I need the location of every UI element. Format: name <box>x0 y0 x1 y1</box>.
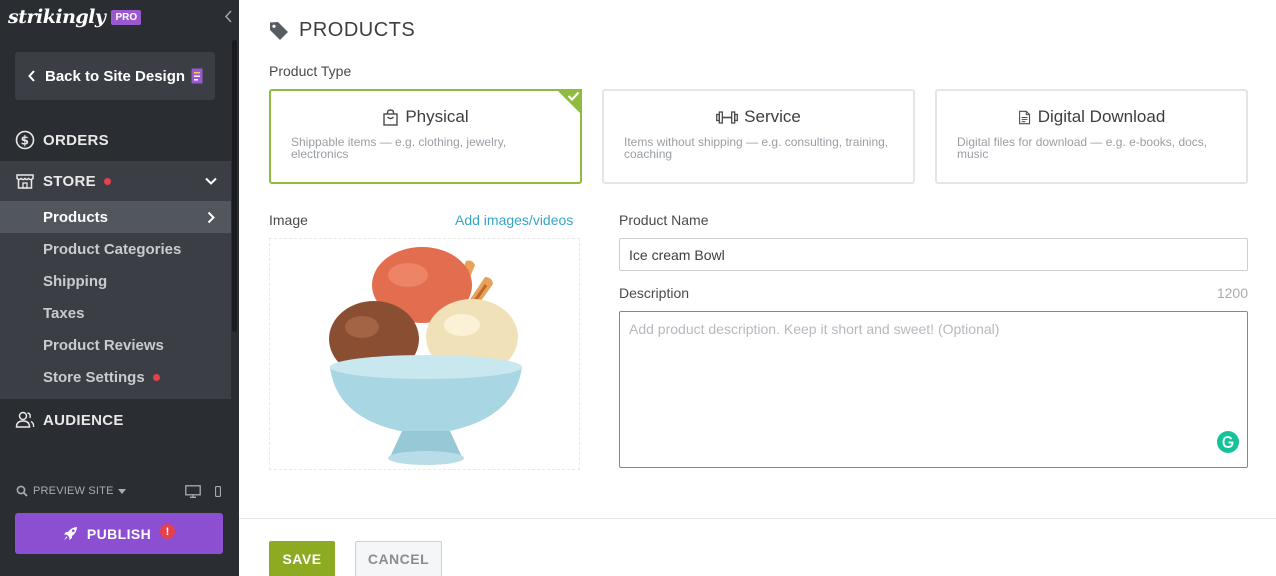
chevron-down-icon <box>205 177 217 185</box>
strikingly-logo[interactable]: strikingly <box>8 6 106 28</box>
cancel-button[interactable]: CANCEL <box>355 541 442 576</box>
alert-badge: ! <box>160 524 176 539</box>
preview-site-dropdown[interactable]: PREVIEW SITE <box>33 485 114 497</box>
ice-cream-bowl-image <box>329 247 522 465</box>
form-footer: SAVE CANCEL <box>239 518 1276 576</box>
product-name-label: Product Name <box>619 212 709 228</box>
page-header: PRODUCTS <box>269 19 415 42</box>
sidebar-item-taxes[interactable]: Taxes <box>0 297 231 329</box>
search-icon <box>16 485 28 497</box>
page-title: PRODUCTS <box>299 19 416 41</box>
publish-button[interactable]: PUBLISH ! <box>15 513 223 554</box>
product-type-description: Shippable items — e.g. clothing, jewelry… <box>291 135 507 161</box>
rocket-icon <box>63 527 77 540</box>
collapse-sidebar-button[interactable] <box>221 8 235 24</box>
sidebar-item-shipping[interactable]: Shipping <box>0 265 231 297</box>
nav-orders[interactable]: $ ORDERS <box>0 120 231 160</box>
sidebar-item-label: Product Reviews <box>43 336 164 354</box>
product-type-description: Digital files for download — e.g. e-book… <box>957 135 1208 161</box>
publish-label: PUBLISH <box>86 525 152 542</box>
image-label: Image <box>269 212 308 228</box>
users-icon <box>14 409 36 431</box>
product-image[interactable] <box>269 238 580 470</box>
product-type-title: Service <box>624 107 893 127</box>
sidebar-item-label: Taxes <box>43 304 85 322</box>
page-design-icon <box>191 68 203 84</box>
sidebar-item-label: Shipping <box>43 272 108 290</box>
description-placeholder: Add product description. Keep it short a… <box>629 321 1000 337</box>
sidebar-item-label: Products <box>43 208 109 226</box>
product-name-input[interactable]: Ice cream Bowl <box>619 238 1248 271</box>
nav-store[interactable]: STORE <box>0 161 231 201</box>
description-char-counter: 1200 <box>1216 285 1248 301</box>
nav-audience-label: AUDIENCE <box>43 411 124 429</box>
dollar-circle-icon: $ <box>14 129 36 151</box>
back-button-label: Back to Site Design <box>45 67 186 85</box>
add-images-link[interactable]: Add images/videos <box>455 212 573 228</box>
notification-dot <box>103 177 111 185</box>
chevron-right-icon <box>207 211 215 223</box>
pro-badge: PRO <box>111 9 142 25</box>
mobile-icon[interactable] <box>215 485 221 497</box>
save-button[interactable]: SAVE <box>269 541 335 576</box>
tag-icon <box>270 21 288 40</box>
product-type-description: Items without shipping — e.g. consulting… <box>624 135 889 161</box>
sidebar-item-products[interactable]: Products <box>0 201 231 233</box>
product-type-title: Digital Download <box>957 107 1226 127</box>
nav-store-label: STORE <box>43 172 96 190</box>
notification-dot <box>152 373 160 381</box>
sidebar-scrollbar[interactable] <box>232 40 237 332</box>
sidebar-item-product-reviews[interactable]: Product Reviews <box>0 329 231 361</box>
product-type-physical[interactable]: Physical Shippable items — e.g. clothing… <box>269 89 582 184</box>
nav-audience[interactable]: AUDIENCE <box>0 400 231 440</box>
caret-down-icon <box>117 488 126 494</box>
preview-site-row: PREVIEW SITE <box>16 482 223 500</box>
product-type-digital-download[interactable]: Digital Download Digital files for downl… <box>935 89 1248 184</box>
grammarly-icon[interactable] <box>1217 431 1239 453</box>
product-type-title: Physical <box>291 107 560 127</box>
main-panel: PRODUCTS Product Type Physical Shippable… <box>239 0 1276 576</box>
back-to-site-design-button[interactable]: Back to Site Design <box>15 52 215 100</box>
logo-row: strikingly PRO <box>8 4 142 30</box>
sidebar-item-product-categories[interactable]: Product Categories <box>0 233 231 265</box>
sidebar-item-label: Store Settings <box>43 368 145 386</box>
product-type-service[interactable]: Service Items without shipping — e.g. co… <box>602 89 915 184</box>
nav-orders-label: ORDERS <box>43 131 109 149</box>
chevron-left-icon <box>224 9 232 23</box>
chevron-left-icon <box>28 70 35 82</box>
storefront-icon <box>14 170 36 192</box>
description-label: Description <box>619 285 690 301</box>
dumbbell-icon <box>716 110 739 124</box>
sidebar-item-store-settings[interactable]: Store Settings <box>0 361 231 393</box>
sidebar: strikingly PRO Back to Site Design $ ORD… <box>0 0 239 576</box>
desktop-icon[interactable] <box>185 484 201 498</box>
device-toggle <box>185 484 221 498</box>
description-textarea[interactable]: Add product description. Keep it short a… <box>619 311 1248 468</box>
shopping-bag-icon <box>383 108 399 126</box>
check-icon <box>556 89 582 115</box>
product-type-label: Product Type <box>269 63 352 79</box>
sidebar-item-label: Product Categories <box>43 240 182 258</box>
document-icon <box>1018 110 1030 124</box>
svg-text:$: $ <box>21 133 30 147</box>
